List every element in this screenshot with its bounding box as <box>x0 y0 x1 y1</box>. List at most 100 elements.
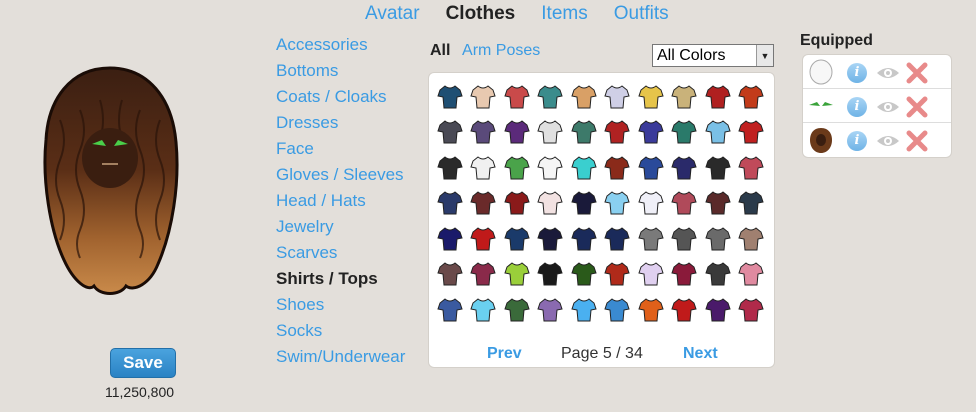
clothing-item[interactable] <box>534 115 568 151</box>
clothing-item[interactable] <box>701 186 735 222</box>
clothing-item[interactable] <box>634 186 668 222</box>
category-bottoms[interactable]: Bottoms <box>276 60 405 86</box>
clothing-item[interactable] <box>567 257 601 293</box>
clothing-item[interactable] <box>467 115 501 151</box>
dropdown-arrow-icon[interactable]: ▼ <box>756 45 773 66</box>
clothing-item[interactable] <box>735 221 769 257</box>
clothing-item[interactable] <box>467 292 501 328</box>
clothing-item[interactable] <box>534 221 568 257</box>
clothing-item[interactable] <box>467 257 501 293</box>
category-swim-underwear[interactable]: Swim/Underwear <box>276 346 405 372</box>
clothing-item[interactable] <box>433 186 467 222</box>
tab-avatar[interactable]: Avatar <box>365 3 420 25</box>
clothing-item[interactable] <box>668 257 702 293</box>
clothing-item[interactable] <box>534 79 568 115</box>
clothing-item[interactable] <box>467 150 501 186</box>
clothing-item[interactable] <box>668 292 702 328</box>
clothing-item[interactable] <box>634 79 668 115</box>
clothing-item[interactable] <box>601 79 635 115</box>
remove-x-icon[interactable] <box>906 96 928 118</box>
clothing-item[interactable] <box>668 79 702 115</box>
tab-outfits[interactable]: Outfits <box>614 3 669 25</box>
eye-icon[interactable] <box>876 99 900 115</box>
clothing-item[interactable] <box>567 79 601 115</box>
clothing-item[interactable] <box>567 150 601 186</box>
clothing-item[interactable] <box>433 150 467 186</box>
clothing-item[interactable] <box>701 257 735 293</box>
clothing-item[interactable] <box>668 186 702 222</box>
clothing-item[interactable] <box>601 115 635 151</box>
category-dresses[interactable]: Dresses <box>276 112 405 138</box>
clothing-item[interactable] <box>534 292 568 328</box>
clothing-item[interactable] <box>433 257 467 293</box>
clothing-item[interactable] <box>534 186 568 222</box>
clothing-item[interactable] <box>634 150 668 186</box>
clothing-item[interactable] <box>500 257 534 293</box>
category-shoes[interactable]: Shoes <box>276 294 405 320</box>
eye-icon[interactable] <box>876 133 900 149</box>
color-select[interactable]: All Colors ▼ <box>652 44 774 67</box>
clothing-item[interactable] <box>567 115 601 151</box>
clothing-item[interactable] <box>467 221 501 257</box>
clothing-item[interactable] <box>701 292 735 328</box>
clothing-item[interactable] <box>500 292 534 328</box>
clothing-item[interactable] <box>601 257 635 293</box>
clothing-item[interactable] <box>433 221 467 257</box>
category-jewelry[interactable]: Jewelry <box>276 216 405 242</box>
clothing-item[interactable] <box>433 79 467 115</box>
clothing-item[interactable] <box>534 257 568 293</box>
clothing-item[interactable] <box>634 221 668 257</box>
clothing-item[interactable] <box>634 292 668 328</box>
clothing-item[interactable] <box>668 115 702 151</box>
clothing-item[interactable] <box>701 221 735 257</box>
remove-x-icon[interactable] <box>906 62 928 84</box>
clothing-item[interactable] <box>735 150 769 186</box>
clothing-item[interactable] <box>567 292 601 328</box>
info-icon[interactable]: i <box>847 131 867 151</box>
remove-x-icon[interactable] <box>906 130 928 152</box>
clothing-item[interactable] <box>500 115 534 151</box>
clothing-item[interactable] <box>601 221 635 257</box>
clothing-item[interactable] <box>735 292 769 328</box>
clothing-item[interactable] <box>500 221 534 257</box>
clothing-item[interactable] <box>701 79 735 115</box>
eye-icon[interactable] <box>876 65 900 81</box>
category-accessories[interactable]: Accessories <box>276 34 405 60</box>
filter-all[interactable]: All <box>430 42 450 59</box>
category-shirts-tops[interactable]: Shirts / Tops <box>276 268 405 294</box>
clothing-item[interactable] <box>500 79 534 115</box>
clothing-item[interactable] <box>500 186 534 222</box>
clothing-item[interactable] <box>735 257 769 293</box>
clothing-item[interactable] <box>567 186 601 222</box>
tab-items[interactable]: Items <box>541 3 587 25</box>
category-gloves-sleeves[interactable]: Gloves / Sleeves <box>276 164 405 190</box>
clothing-item[interactable] <box>735 79 769 115</box>
clothing-item[interactable] <box>534 150 568 186</box>
info-icon[interactable]: i <box>847 63 867 83</box>
clothing-item[interactable] <box>668 221 702 257</box>
clothing-item[interactable] <box>735 186 769 222</box>
category-head-hats[interactable]: Head / Hats <box>276 190 405 216</box>
clothing-item[interactable] <box>735 115 769 151</box>
clothing-item[interactable] <box>601 150 635 186</box>
filter-arm-poses[interactable]: Arm Poses <box>462 42 540 59</box>
category-coats-cloaks[interactable]: Coats / Cloaks <box>276 86 405 112</box>
clothing-item[interactable] <box>500 150 534 186</box>
tab-clothes[interactable]: Clothes <box>446 3 516 25</box>
clothing-item[interactable] <box>701 150 735 186</box>
clothing-item[interactable] <box>634 257 668 293</box>
info-icon[interactable]: i <box>847 97 867 117</box>
clothing-item[interactable] <box>433 115 467 151</box>
clothing-item[interactable] <box>467 79 501 115</box>
clothing-item[interactable] <box>601 186 635 222</box>
clothing-item[interactable] <box>668 150 702 186</box>
clothing-item[interactable] <box>701 115 735 151</box>
next-page-button[interactable]: Next <box>683 345 718 363</box>
save-button[interactable]: Save <box>110 348 176 378</box>
clothing-item[interactable] <box>567 221 601 257</box>
category-scarves[interactable]: Scarves <box>276 242 405 268</box>
clothing-item[interactable] <box>433 292 467 328</box>
clothing-item[interactable] <box>467 186 501 222</box>
clothing-item[interactable] <box>601 292 635 328</box>
clothing-item[interactable] <box>634 115 668 151</box>
